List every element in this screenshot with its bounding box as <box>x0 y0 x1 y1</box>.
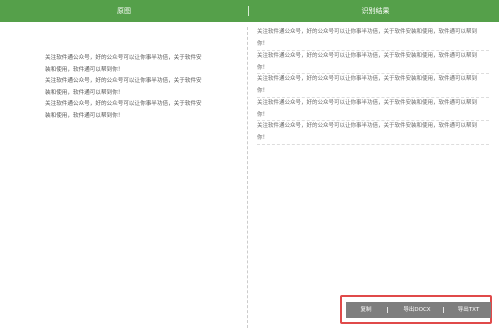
result-line-text: 关注软件通公众号，好的公众号可以让你事半功倍，关于软件安装和使用，软件通可以帮到 <box>257 76 478 83</box>
ocr-app-window: 原图 识别结果 关注软件通公众号，好的公众号可以让你事半功倍，关于软件安装和使用… <box>0 0 499 328</box>
export-action-bar: 复制 导出DOCX 导出TXT <box>346 302 491 318</box>
result-line-wrap: 你！ <box>257 135 269 142</box>
tab-recognition-result[interactable]: 识别结果 <box>252 0 499 22</box>
result-line[interactable]: 关注软件通公众号，好的公众号可以让你事半功倍，关于软件安装和使用，软件通可以帮到… <box>257 51 489 75</box>
result-line-text: 关注软件通公众号，好的公众号可以让你事半功倍，关于软件安装和使用，软件通可以帮到 <box>257 52 478 59</box>
tab-original-image[interactable]: 原图 <box>0 0 248 22</box>
copy-button[interactable]: 复制 <box>346 302 386 318</box>
export-txt-button[interactable]: 导出TXT <box>446 302 491 318</box>
result-line[interactable]: 关注软件通公众号，好的公众号可以让你事半功倍，关于软件安装和使用，软件通可以帮到… <box>257 98 489 122</box>
header-bar: 原图 识别结果 <box>0 0 499 22</box>
header-separator <box>248 6 249 16</box>
pane-divider <box>247 27 248 328</box>
recognition-result-pane: 关注软件通公众号，好的公众号可以让你事半功倍，关于软件安装和使用，软件通可以帮到… <box>251 22 499 328</box>
result-line-wrap: 你！ <box>257 111 269 118</box>
result-line-wrap: 你！ <box>257 41 269 47</box>
action-separator <box>387 307 388 313</box>
result-line-text: 关注软件通公众号，好的公众号可以让你事半功倍，关于软件安装和使用，软件通可以帮到 <box>257 99 478 106</box>
original-image-text: 关注软件通公众号，好的公众号可以让你事半功倍，关于软件安装和使用，软件通可以帮到… <box>45 55 202 119</box>
result-line-wrap: 你！ <box>257 88 269 95</box>
result-line-text: 关注软件通公众号，好的公众号可以让你事半功倍，关于软件安装和使用，软件通可以帮到 <box>257 123 478 130</box>
result-line[interactable]: 关注软件通公众号，好的公众号可以让你事半功倍，关于软件安装和使用，软件通可以帮到… <box>257 27 489 51</box>
action-separator <box>443 307 444 313</box>
result-line[interactable]: 关注软件通公众号，好的公众号可以让你事半功倍，关于软件安装和使用，软件通可以帮到… <box>257 74 489 98</box>
original-image-pane: 关注软件通公众号，好的公众号可以让你事半功倍，关于软件安装和使用，软件通可以帮到… <box>0 22 246 328</box>
result-list: 关注软件通公众号，好的公众号可以让你事半功倍，关于软件安装和使用，软件通可以帮到… <box>257 27 489 145</box>
result-line-text: 关注软件通公众号，好的公众号可以让你事半功倍，关于软件安装和使用，软件通可以帮到 <box>257 29 478 35</box>
result-line[interactable]: 关注软件通公众号，好的公众号可以让你事半功倍，关于软件安装和使用，软件通可以帮到… <box>257 121 489 145</box>
export-docx-button[interactable]: 导出DOCX <box>391 302 443 318</box>
result-line-wrap: 你！ <box>257 64 269 71</box>
